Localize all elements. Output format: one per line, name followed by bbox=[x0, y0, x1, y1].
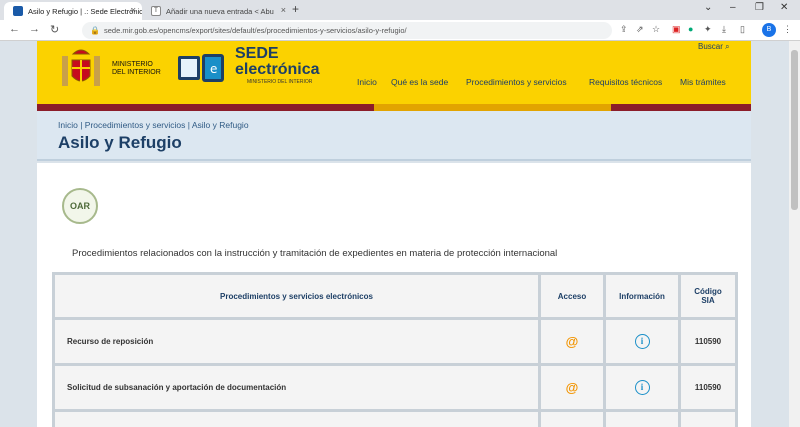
coat-of-arms-icon bbox=[62, 49, 100, 86]
ministry-label: MINISTERIO DEL INTERIOR bbox=[112, 61, 161, 77]
reload-icon[interactable]: ↻ bbox=[50, 23, 59, 36]
at-sign-icon: @ bbox=[565, 380, 579, 395]
info-icon: i bbox=[634, 380, 650, 395]
table-row-name: Solicitud de subsanación y aportación de… bbox=[55, 366, 538, 409]
header-procedimientos: Procedimientos y servicios electrónicos bbox=[55, 275, 538, 317]
nav-inicio[interactable]: Inicio bbox=[357, 77, 377, 87]
nav-procedimientos[interactable]: Procedimientos y servicios bbox=[466, 77, 567, 87]
lock-icon: 🔒 bbox=[90, 26, 100, 35]
procedures-table: Procedimientos y servicios electrónicos … bbox=[52, 272, 738, 427]
header-strip bbox=[37, 104, 751, 111]
share-icon[interactable]: ⇗ bbox=[636, 24, 644, 35]
close-tab-icon[interactable]: × bbox=[131, 5, 136, 15]
table-row-name bbox=[55, 412, 538, 427]
new-tab-icon[interactable]: + bbox=[292, 2, 299, 16]
address-toolbar: ← → ↻ 🔒 sede.mir.gob.es/opencms/export/s… bbox=[0, 20, 800, 41]
search-link[interactable]: Buscar ⌕ bbox=[698, 42, 730, 52]
info-link[interactable] bbox=[606, 412, 678, 427]
extensions-puzzle-icon[interactable]: ✦ bbox=[704, 24, 712, 35]
ministry-line-1: MINISTERIO bbox=[112, 61, 153, 68]
forward-arrow-icon[interactable]: → bbox=[29, 23, 40, 35]
menu-dots-icon[interactable]: ⋮ bbox=[783, 24, 792, 35]
ministry-line-2: DEL INTERIOR bbox=[112, 69, 161, 76]
header-codigo-sia: Código SIA bbox=[681, 275, 735, 317]
tab-nueva-entrada[interactable]: T Añadir una nueva entrada < Abu × bbox=[142, 2, 292, 20]
download-icon[interactable]: ⤓ bbox=[722, 24, 726, 35]
tab-title: Asilo y Refugio | .: Sede Electrónic bbox=[28, 6, 142, 16]
nav-mis-tramites[interactable]: Mis trámites bbox=[680, 77, 726, 87]
sia-code: 110590 bbox=[681, 366, 735, 409]
tab-title: Añadir una nueva entrada < Abu bbox=[166, 6, 274, 16]
back-arrow-icon[interactable]: ← bbox=[9, 23, 20, 35]
site-favicon-icon bbox=[13, 6, 23, 16]
sede-ministry-label: MINISTERIO DEL INTERIOR bbox=[247, 79, 313, 85]
nav-que-es-la-sede[interactable]: Qué es la sede bbox=[391, 77, 448, 87]
url-bar[interactable]: 🔒 sede.mir.gob.es/opencms/export/sites/d… bbox=[82, 22, 612, 39]
at-sign-icon: @ bbox=[565, 334, 579, 349]
intro-text: Procedimientos relacionados con la instr… bbox=[72, 248, 558, 259]
header-acceso: Acceso bbox=[541, 275, 603, 317]
info-link[interactable]: i bbox=[606, 366, 678, 409]
profile-avatar[interactable]: B bbox=[762, 23, 776, 37]
info-link[interactable]: i bbox=[606, 320, 678, 363]
sidebar-icon[interactable]: ▯ bbox=[740, 24, 745, 35]
header-informacion: Información bbox=[606, 275, 678, 317]
sede-title: SEDE bbox=[235, 45, 279, 62]
oar-logo-icon: OAR bbox=[62, 188, 98, 224]
close-tab-icon[interactable]: × bbox=[281, 5, 286, 15]
translate-icon[interactable]: ⇪ bbox=[620, 24, 628, 35]
nav-requisitos[interactable]: Requisitos técnicos bbox=[589, 77, 662, 87]
url-text: sede.mir.gob.es/opencms/export/sites/def… bbox=[104, 26, 407, 35]
access-link[interactable]: @ bbox=[541, 320, 603, 363]
close-window-icon[interactable]: ✕ bbox=[780, 2, 788, 13]
breadcrumb[interactable]: Inicio | Procedimientos y servicios | As… bbox=[58, 120, 249, 130]
table-row-name: Recurso de reposición bbox=[55, 320, 538, 363]
browser-tabbar: Asilo y Refugio | .: Sede Electrónic × T… bbox=[0, 0, 800, 20]
search-icon: ⌕ bbox=[725, 42, 730, 51]
pdf-extension-icon[interactable]: ▣ bbox=[672, 24, 681, 35]
tab-search-icon[interactable]: ⌄ bbox=[704, 2, 712, 13]
tab-asilo-refugio[interactable]: Asilo y Refugio | .: Sede Electrónic × bbox=[4, 2, 142, 20]
page-favicon-icon: T bbox=[151, 6, 161, 16]
sia-code: 110590 bbox=[681, 320, 735, 363]
sede-subtitle: electrónica bbox=[235, 61, 320, 78]
search-label: Buscar bbox=[698, 42, 723, 51]
access-link[interactable]: @ bbox=[541, 366, 603, 409]
maximize-icon[interactable]: ❐ bbox=[755, 2, 764, 13]
bookmark-star-icon[interactable]: ☆ bbox=[652, 24, 660, 35]
page-title: Asilo y Refugio bbox=[58, 133, 182, 152]
sede-tablet-logo-icon[interactable]: e bbox=[176, 52, 226, 84]
sia-code bbox=[681, 412, 735, 427]
access-link[interactable] bbox=[541, 412, 603, 427]
extension-icon[interactable]: ● bbox=[688, 24, 693, 34]
info-icon: i bbox=[634, 334, 650, 349]
svg-text:e: e bbox=[210, 62, 217, 76]
minimize-icon[interactable]: – bbox=[730, 2, 736, 13]
scrollbar-thumb[interactable] bbox=[791, 50, 798, 210]
